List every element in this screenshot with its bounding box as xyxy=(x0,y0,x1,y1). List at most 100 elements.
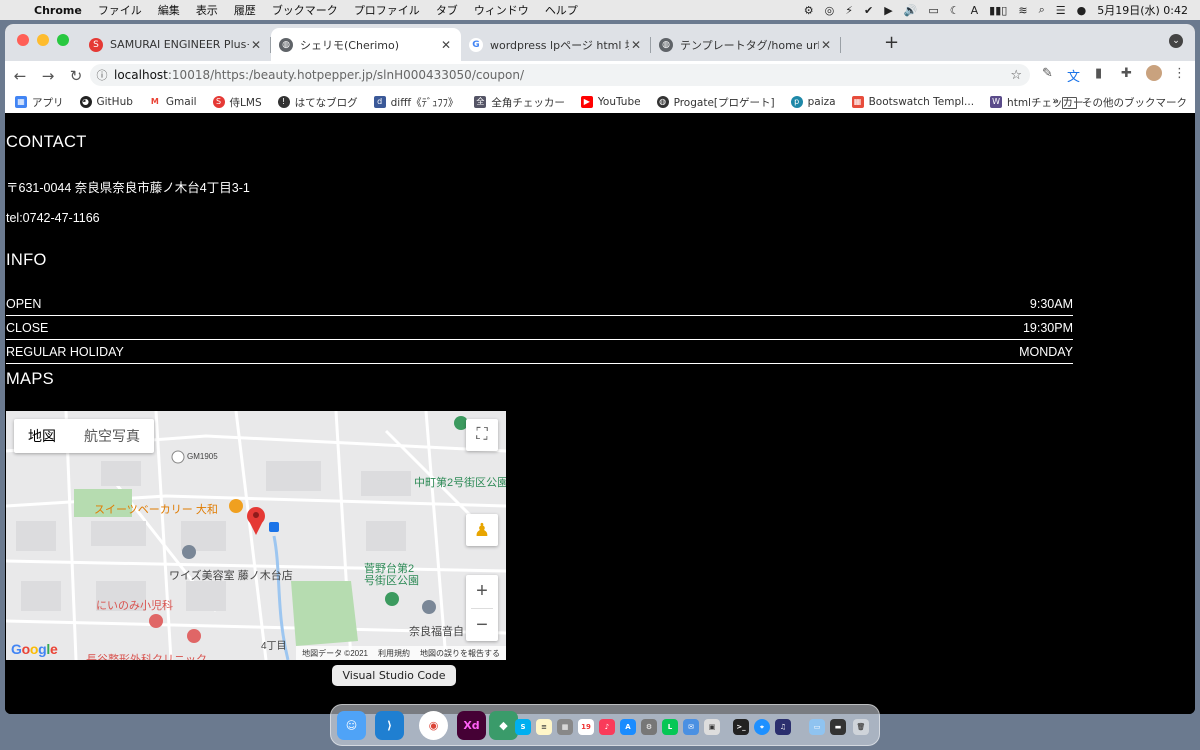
input-source-icon[interactable]: A xyxy=(971,4,979,17)
siri-icon[interactable]: ● xyxy=(1077,4,1087,17)
bookmark-paiza[interactable]: p paiza xyxy=(790,96,836,108)
street-view-pegman-icon[interactable]: ♟ xyxy=(466,514,498,546)
terminal-icon[interactable]: >_ xyxy=(733,719,749,735)
back-button[interactable]: ← xyxy=(7,67,33,85)
menu-profile[interactable]: プロファイル xyxy=(354,2,420,18)
notes-icon[interactable]: ≡ xyxy=(536,719,552,735)
bookmark-apps[interactable]: ▦ アプリ xyxy=(15,95,64,110)
menu-help[interactable]: ヘルプ xyxy=(545,2,578,18)
menu-bookmarks[interactable]: ブックマーク xyxy=(272,2,338,18)
zoom-in-button[interactable]: + xyxy=(466,575,498,608)
control-center-icon[interactable]: ☰ xyxy=(1056,4,1066,17)
amazon-music-icon[interactable]: ♫ xyxy=(775,719,791,735)
map-label-bakery[interactable]: スイーツベーカリー 大和 xyxy=(94,501,218,517)
map-label-park1[interactable]: 中町第2号街区公園 xyxy=(414,474,506,490)
menu-edit[interactable]: 編集 xyxy=(158,2,180,18)
line-icon[interactable]: L xyxy=(662,719,678,735)
menu-app-name[interactable]: Chrome xyxy=(34,4,82,17)
fullscreen-icon[interactable]: ⛶ xyxy=(466,419,498,451)
bookmark-progate[interactable]: ◍ Progate[プロゲート] xyxy=(656,95,775,110)
wifi-icon[interactable]: ≋ xyxy=(1018,4,1027,17)
bookmarks-overflow-button[interactable]: » xyxy=(1052,94,1059,107)
bookmark-difff[interactable]: d difff《ﾃﾞｭﾌﾌ》 xyxy=(373,95,458,110)
extensions-puzzle-icon[interactable]: ✚ xyxy=(1121,66,1132,81)
bookmark-star-icon[interactable]: ☆ xyxy=(1010,68,1022,83)
menu-history[interactable]: 履歴 xyxy=(234,2,256,18)
google-logo[interactable]: Google xyxy=(11,641,58,657)
bookmark-youtube[interactable]: ▶ YouTube xyxy=(580,96,641,108)
menubar-clock[interactable]: 5月19日(水) 0:42 xyxy=(1097,2,1188,18)
menu-view[interactable]: 表示 xyxy=(196,2,218,18)
reload-button[interactable]: ↻ xyxy=(63,67,89,85)
bookmark-bootswatch[interactable]: ▦ Bootswatch Templ... xyxy=(851,96,974,108)
menu-window[interactable]: ウィンドウ xyxy=(474,2,529,18)
map-label-clinic[interactable]: にいのみ小児科 xyxy=(96,597,173,613)
finder-icon[interactable]: ☺ xyxy=(337,711,366,740)
screen-icon[interactable]: ▬ xyxy=(830,719,846,735)
map-label-ortho[interactable]: 長谷整形外科クリニック xyxy=(86,651,207,660)
mail-icon[interactable]: ✉ xyxy=(683,719,699,735)
battery-icon[interactable]: ▮▮▯ xyxy=(989,4,1007,17)
close-icon[interactable]: ✕ xyxy=(629,38,643,52)
map-label-salon[interactable]: ワイズ美容室 藤ノ木台店 xyxy=(169,567,293,583)
satellite-view-button[interactable]: 航空写真 xyxy=(70,419,154,453)
minimize-window-button[interactable] xyxy=(37,34,49,46)
music-icon[interactable]: ♪ xyxy=(599,719,615,735)
other-bookmarks-folder[interactable]: その他のブックマーク xyxy=(1062,95,1187,110)
chrome-icon[interactable]: ◉ xyxy=(419,711,448,740)
tab-google-search[interactable]: G wordpress lpページ html 埋め込み ✕ xyxy=(461,28,651,61)
folder-icon[interactable]: ▭ xyxy=(809,719,825,735)
check-icon[interactable]: ✔ xyxy=(864,4,873,17)
tab-search-icon[interactable]: ⌄ xyxy=(1169,34,1183,48)
trash-icon[interactable]: 🗑 xyxy=(853,719,869,735)
map-terms-link[interactable]: 利用規約 xyxy=(378,648,410,659)
menu-file[interactable]: ファイル xyxy=(98,2,142,18)
profile-avatar[interactable] xyxy=(1146,65,1162,81)
map-view-button[interactable]: 地図 xyxy=(14,419,70,453)
creative-cloud-icon[interactable]: ◎ xyxy=(825,4,835,17)
calendar-icon[interactable]: 19 xyxy=(578,719,594,735)
close-icon[interactable]: ✕ xyxy=(439,38,453,52)
map-label-church[interactable]: 奈良福音自 xyxy=(409,623,464,639)
display-icon[interactable]: ▭ xyxy=(928,4,938,17)
close-window-button[interactable] xyxy=(17,34,29,46)
vscode-icon[interactable]: ⟩ xyxy=(375,711,404,740)
info-icon[interactable]: ⓘ xyxy=(90,67,114,83)
map-label-park2[interactable]: 菅野台第2 号街区公園 xyxy=(364,563,419,587)
tab-samurai[interactable]: S SAMURAI ENGINEER Plus+ - Et ✕ xyxy=(81,28,271,61)
tab-template-tag[interactable]: ◍ テンプレートタグ/home url - Wor ✕ xyxy=(651,28,841,61)
map-data-credit[interactable]: 地図データ ©2021 xyxy=(302,648,368,659)
app-store-icon[interactable]: A xyxy=(620,719,636,735)
google-map-embed[interactable]: GM1905 スイーツベーカリー 大和 ワイズ美容室 藤ノ木台店 中町第2号街区… xyxy=(6,411,506,660)
spotlight-icon[interactable]: ⌕ xyxy=(1039,3,1045,17)
more-menu-icon[interactable]: ⋮ xyxy=(1173,66,1186,81)
new-tab-button[interactable]: + xyxy=(884,32,899,53)
preview-icon[interactable]: ▣ xyxy=(704,719,720,735)
close-icon[interactable]: ✕ xyxy=(819,38,833,52)
adobe-xd-icon[interactable]: Xd xyxy=(457,711,486,740)
zoom-out-button[interactable]: − xyxy=(466,609,498,642)
volume-icon[interactable]: 🔊 xyxy=(904,4,918,17)
bookmark-zenkaku[interactable]: 全全角チェッカー xyxy=(474,95,565,110)
system-preferences-icon[interactable]: ⚙ xyxy=(641,719,657,735)
bookmark-samurai-lms[interactable]: S 侍LMS xyxy=(212,95,262,110)
menu-tab[interactable]: タブ xyxy=(436,2,458,18)
bookmark-hatena[interactable]: ! はてなブログ xyxy=(277,95,358,110)
zoom-window-button[interactable] xyxy=(57,34,69,46)
eyedropper-extension-icon[interactable]: ✎ xyxy=(1042,66,1053,81)
launchpad-icon[interactable]: ▦ xyxy=(557,719,573,735)
bolt-icon[interactable]: ⚡ xyxy=(845,4,853,17)
bookmark-extension-icon[interactable]: ▮ xyxy=(1095,66,1102,81)
skype-icon[interactable]: S xyxy=(515,719,531,735)
map-report-error-link[interactable]: 地図の誤りを報告する xyxy=(420,648,500,659)
address-bar[interactable]: ⓘ localhost :10018/https:/beauty.hotpepp… xyxy=(90,64,1030,86)
play-icon[interactable]: ▶ xyxy=(884,4,892,17)
bookmark-gmail[interactable]: M Gmail xyxy=(148,96,197,108)
translate-extension-icon[interactable]: 文 xyxy=(1067,66,1080,85)
status-icon[interactable]: ⚙ xyxy=(804,4,814,17)
close-icon[interactable]: ✕ xyxy=(249,38,263,52)
bookmark-github[interactable]: ◕ GitHub xyxy=(79,96,133,108)
tab-cherimo[interactable]: ◍ シェリモ(Cherimo) ✕ xyxy=(271,28,461,61)
sourcetree-icon[interactable]: ◆ xyxy=(489,711,518,740)
forward-button[interactable]: → xyxy=(35,67,61,85)
